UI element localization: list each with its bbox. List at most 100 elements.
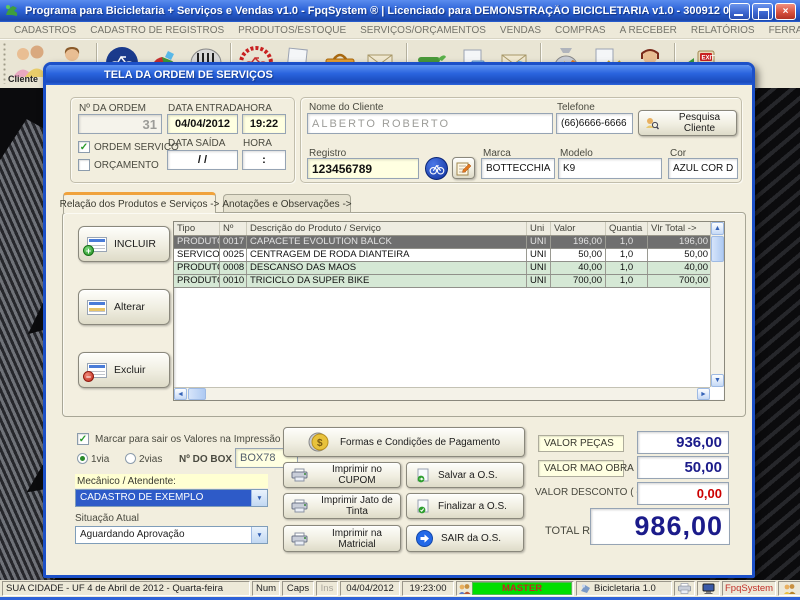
save-doc-icon	[416, 468, 431, 483]
via1-label: 1via	[91, 454, 109, 465]
menubar: CADASTROS CADASTRO DE REGISTROS PRODUTOS…	[0, 22, 800, 39]
ordem-servico-checkbox[interactable]: ✓	[78, 141, 90, 153]
alterar-button[interactable]: Alterar	[78, 289, 170, 325]
phone-label: Telefone	[557, 102, 595, 113]
menu-produtos-estoque[interactable]: PRODUTOS/ESTOQUE	[231, 25, 353, 36]
menu-a-receber[interactable]: A RECEBER	[613, 25, 684, 36]
exit-time-field[interactable]: :	[242, 150, 286, 170]
menu-servicos-orcamentos[interactable]: SERVIÇOS/ORÇAMENTOS	[353, 25, 493, 36]
scroll-up-icon[interactable]: ▲	[711, 222, 724, 235]
search-client-button[interactable]: Pesquisa Cliente	[638, 110, 737, 136]
exit-os-button[interactable]: SAIR da O.S.	[406, 525, 524, 552]
print-matrix-button[interactable]: Imprimir na Matricial	[283, 525, 401, 552]
app-logo-icon	[4, 3, 20, 19]
entry-date-field[interactable]: 04/04/2012	[167, 114, 238, 134]
menu-cadastros[interactable]: CADASTROS	[7, 25, 83, 36]
edit-row-icon	[87, 300, 107, 315]
registry-field[interactable]: 123456789	[307, 158, 419, 179]
print-values-checkbox[interactable]: ✓	[77, 433, 89, 445]
col-uni[interactable]: Uni	[527, 222, 551, 235]
tab-produtos-servicos[interactable]: Relação dos Produtos e Serviços ->	[63, 192, 216, 213]
scroll-left-icon[interactable]: ◄	[174, 388, 187, 400]
horizontal-scrollbar[interactable]: ◄ ►	[174, 387, 710, 400]
orcamento-checkbox[interactable]	[78, 159, 90, 171]
col-vlr-total[interactable]: Vlr Total ->	[648, 222, 711, 235]
chevron-down-icon[interactable]: ▼	[251, 490, 267, 506]
total-field: 986,00	[590, 508, 730, 545]
mechanic-combobox[interactable]: CADASTRO DE EXEMPLO ▼	[75, 489, 268, 507]
incluir-label: INCLUIR	[114, 238, 156, 250]
exit-os-label: SAIR da O.S.	[441, 533, 501, 544]
delete-row-icon: −	[87, 363, 107, 378]
exit-date-field[interactable]: / /	[167, 150, 238, 170]
print-matrix-label: Imprimir na Matricial	[314, 528, 400, 550]
close-button[interactable]: ×	[775, 3, 796, 20]
menu-relatorios[interactable]: RELATÓRIOS	[684, 25, 762, 36]
hscroll-thumb[interactable]	[188, 388, 206, 400]
client-name-field[interactable]: ALBERTO ROBERTO	[307, 113, 553, 134]
statusbar-printer[interactable]	[674, 581, 695, 596]
statusbar-ins: Ins	[316, 581, 338, 596]
col-descricao[interactable]: Descrição do Produto / Serviço	[247, 222, 527, 235]
order-number-label: Nº DA ORDEM	[79, 103, 146, 114]
printer-icon	[291, 499, 308, 513]
table-row[interactable]: PRODUTO0010TRICICLO DA SUPER BIKEUNI700,…	[174, 275, 724, 288]
scroll-right-icon[interactable]: ►	[697, 388, 710, 400]
discount-field[interactable]: 0,00	[637, 482, 729, 505]
col-quantia[interactable]: Quantia	[606, 222, 648, 235]
grid-header: Tipo Nº Descrição do Produto / Serviço U…	[174, 222, 724, 236]
order-number-field[interactable]: 31	[78, 114, 162, 134]
entry-time-label: HORA	[243, 103, 272, 114]
menu-compras[interactable]: COMPRAS	[548, 25, 613, 36]
chevron-down-icon[interactable]: ▼	[251, 527, 267, 543]
col-tipo[interactable]: Tipo	[174, 222, 220, 235]
printer-icon	[678, 583, 691, 594]
menu-ferramentas[interactable]: FERRAMENTAS	[762, 25, 800, 36]
col-numero[interactable]: Nº	[220, 222, 247, 235]
total-label: TOTAL R$	[545, 525, 596, 537]
save-os-button[interactable]: Salvar a O.S.	[406, 462, 524, 488]
menu-vendas[interactable]: VENDAS	[493, 25, 548, 36]
print-inkjet-button[interactable]: Imprimir Jato de Tinta	[283, 493, 401, 519]
print-cupom-button[interactable]: Imprimir no CUPOM	[283, 462, 401, 488]
restore-button[interactable]	[752, 3, 773, 20]
table-row[interactable]: SERVICO0025CENTRAGEM DE RODA DIANTEIRAUN…	[174, 249, 724, 262]
vertical-scrollbar[interactable]: ▲ ▼	[710, 222, 724, 387]
phone-field[interactable]: (66)6666-6666	[556, 113, 633, 134]
table-row[interactable]: PRODUTO0008DESCANSO DAS MAOSUNI40,001,04…	[174, 262, 724, 275]
notes-button[interactable]	[452, 157, 475, 179]
excluir-button[interactable]: − Excluir	[78, 352, 170, 388]
vscroll-thumb[interactable]	[711, 236, 724, 262]
status-combobox[interactable]: Aguardando Aprovação ▼	[75, 526, 268, 544]
minimize-button[interactable]	[729, 3, 750, 20]
client-groupbox: Nome do Cliente ALBERTO ROBERTO Telefone…	[300, 97, 742, 183]
via1-radio[interactable]	[77, 453, 88, 464]
print-values-label: Marcar para sair os Valores na Impressão	[95, 434, 280, 445]
os-titlebar[interactable]: TELA DA ORDEM DE SERVIÇOS	[46, 65, 752, 85]
via2-radio[interactable]	[125, 453, 136, 464]
exit-time-label: HORA	[243, 138, 272, 149]
status-value: Aguardando Aprovação	[76, 527, 251, 543]
products-panel: + INCLUIR Alterar − Excluir Tipo Nº De	[62, 212, 746, 417]
via2-label: 2vias	[139, 454, 162, 465]
search-client-label: Pesquisa Cliente	[663, 112, 736, 134]
menu-cadastro-de-registros[interactable]: CADASTRO DE REGISTROS	[83, 25, 231, 36]
orcamento-label: ORÇAMENTO	[94, 160, 159, 171]
bike-search-button[interactable]	[425, 157, 448, 180]
payment-terms-button[interactable]: $ Formas e Condições de Pagamento	[283, 427, 525, 457]
labor-value-label: VALOR MAO OBRA	[538, 460, 624, 477]
scroll-down-icon[interactable]: ▼	[711, 374, 724, 387]
table-row[interactable]: PRODUTO0017CAPACETE EVOLUTION BALCKUNI19…	[174, 236, 724, 249]
incluir-button[interactable]: + INCLUIR	[78, 226, 170, 262]
users-gold-icon	[783, 583, 796, 595]
order-groupbox: Nº DA ORDEM 31 DATA ENTRADA 04/04/2012 H…	[70, 97, 295, 183]
tab-anotacoes[interactable]: Anotações e Observações ->	[223, 194, 351, 213]
finalize-os-button[interactable]: Finalizar a O.S.	[406, 493, 524, 519]
entry-time-field[interactable]: 19:22	[242, 114, 286, 134]
statusbar-monitor[interactable]	[697, 581, 720, 596]
color-field[interactable]: AZUL COR D	[668, 158, 738, 179]
model-field[interactable]: K9	[558, 158, 662, 179]
brand-field[interactable]: BOTTECCHIA	[481, 158, 555, 179]
statusbar-caps: Caps	[282, 581, 314, 596]
col-valor[interactable]: Valor	[551, 222, 606, 235]
